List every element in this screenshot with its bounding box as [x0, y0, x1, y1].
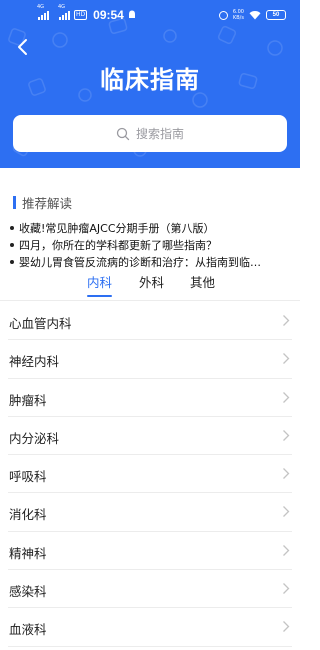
recommend-item[interactable]: 婴幼儿胃食管反流病的诊断和治疗：从指南到临…	[10, 253, 290, 270]
tab-label: 其他	[190, 275, 216, 290]
chevron-right-icon	[283, 315, 290, 326]
chevron-right-icon	[283, 583, 290, 595]
list-item-label: 呼吸科	[9, 469, 47, 485]
list-item[interactable]: 内分泌科	[8, 417, 292, 456]
list-item-label: 消化科	[9, 507, 47, 523]
wifi-icon	[249, 11, 261, 20]
page-title: 临床指南	[100, 66, 200, 94]
recommend-item-text: 四月，你所在的学科都更新了哪些指南？	[19, 238, 217, 252]
section-title: 推荐解读	[22, 196, 73, 211]
status-time: 09:54	[93, 8, 124, 22]
cell-signal-1-icon: 4G	[37, 4, 49, 20]
chevron-right-icon	[283, 621, 290, 633]
header: 4G 4G HD 09:54 6.00 KB/s 50 临床指南 搜索指南	[0, 0, 300, 168]
bullet-icon	[10, 225, 14, 230]
tabs-divider	[0, 300, 300, 301]
net-speed: 6.00 KB/s	[233, 9, 244, 21]
list-item-label: 心血管内科	[9, 316, 72, 331]
notification-icon	[128, 10, 135, 18]
chevron-right-icon	[283, 468, 290, 480]
chevron-right-icon	[283, 429, 290, 441]
chevron-right-icon	[283, 391, 290, 403]
recommend-item[interactable]: 四月，你所在的学科都更新了哪些指南？	[10, 236, 290, 253]
list-item[interactable]: 精神科	[8, 532, 292, 571]
tab-label: 内科	[87, 275, 113, 290]
recommend-item-text: 收藏!常见肿瘤AJCC分期手册（第八版）	[19, 221, 215, 235]
search-input[interactable]: 搜索指南	[13, 115, 287, 152]
search-icon	[116, 127, 130, 140]
list-item[interactable]: 肿瘤科	[8, 379, 292, 417]
list-item-label: 精神科	[9, 545, 47, 561]
list-item[interactable]: 感染科	[8, 570, 292, 609]
net-speed-unit: KB/s	[232, 15, 244, 21]
section-accent-bar	[13, 196, 16, 209]
list-item-label: 血液科	[9, 622, 47, 638]
list-item[interactable]: 呼吸科	[8, 455, 292, 494]
status-bar: 4G 4G HD 09:54 6.00 KB/s 50	[0, 4, 300, 24]
tab-other[interactable]: 其他	[190, 274, 215, 300]
recommend-item-text: 婴幼儿胃食管反流病的诊断和治疗：从指南到临…	[19, 255, 261, 269]
category-tabs: 内科 外科 其他	[0, 274, 300, 300]
battery-icon: 50	[266, 10, 286, 20]
list-item-label: 神经内科	[9, 354, 60, 370]
list-item-label: 感染科	[9, 584, 47, 600]
chevron-right-icon	[283, 544, 290, 556]
recommend-item[interactable]: 收藏!常见肿瘤AJCC分期手册（第八版）	[10, 219, 290, 236]
recommend-list: 收藏!常见肿瘤AJCC分期手册（第八版） 四月，你所在的学科都更新了哪些指南？ …	[10, 219, 290, 270]
back-arrow-icon[interactable]	[14, 38, 32, 56]
hd-badge: HD	[74, 10, 88, 20]
search-placeholder: 搜索指南	[135, 127, 184, 141]
chevron-right-icon	[283, 353, 290, 365]
bullet-icon	[10, 242, 14, 247]
tab-label: 外科	[139, 275, 165, 290]
list-item[interactable]: 消化科	[8, 493, 292, 532]
bullet-icon	[10, 259, 14, 264]
signal-2-label: 4G	[58, 4, 66, 10]
list-item[interactable]: 心血管内科	[8, 302, 292, 341]
recommend-section-header: 推荐解读	[13, 193, 72, 212]
signal-1-label: 4G	[37, 4, 45, 10]
list-item-label: 内分泌科	[9, 430, 60, 446]
department-list: 心血管内科 神经内科 肿瘤科 内分泌科 呼吸科 消化科 精神科 感染科 血液科	[0, 302, 300, 647]
active-tab-indicator	[87, 295, 113, 297]
chevron-right-icon	[283, 506, 290, 518]
list-item[interactable]: 神经内科	[8, 340, 292, 379]
list-item[interactable]: 血液科	[8, 608, 292, 647]
list-item-label: 肿瘤科	[9, 392, 47, 408]
tab-internal-medicine[interactable]: 内科	[87, 274, 113, 300]
tab-surgery[interactable]: 外科	[139, 274, 164, 300]
cell-signal-2-icon: 4G	[58, 4, 70, 20]
alarm-icon	[218, 10, 228, 20]
